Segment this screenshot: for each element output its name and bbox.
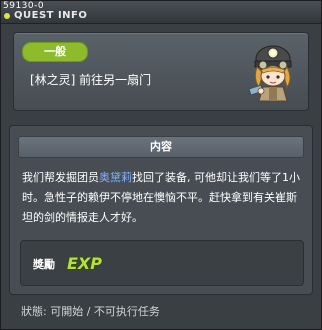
- npc-character-icon: [248, 45, 292, 102]
- quest-name: [林之灵] 前往另一扇门: [30, 73, 152, 87]
- quest-status: 狀態: 可開始 / 不可执行任务: [21, 305, 160, 318]
- exp-icon[interactable]: EXP: [65, 249, 105, 275]
- reward-label: 獎勵: [33, 258, 55, 271]
- content-header: 内容: [18, 136, 304, 158]
- quest-description: 我们帮发掘团员奥黛莉找回了装备, 可他却让我们等了1小时。急性子的赖伊不停地在懊…: [22, 168, 306, 228]
- content-panel: 内容 我们帮发掘团员奥黛莉找回了装备, 可他却让我们等了1小时。急性子的赖伊不停…: [9, 125, 313, 295]
- description-text-start: 我们帮发掘团员: [22, 171, 99, 184]
- quest-info-window: 59130-0 QUEST INFO 一般 [林之灵] 前往另一扇门 内容 我们…: [0, 0, 322, 330]
- window-title: QUEST INFO: [14, 10, 88, 21]
- npc-name-highlight[interactable]: 奥黛莉: [99, 171, 132, 184]
- title-bar[interactable]: 59130-0 QUEST INFO: [1, 1, 321, 24]
- reward-panel: 獎勵 EXP: [20, 240, 304, 286]
- exp-icon-text: EXP: [67, 254, 102, 273]
- category-badge: 一般: [22, 42, 88, 62]
- title-dot-icon: [4, 13, 10, 19]
- quest-header-panel: 一般 [林之灵] 前往另一扇门: [13, 32, 309, 111]
